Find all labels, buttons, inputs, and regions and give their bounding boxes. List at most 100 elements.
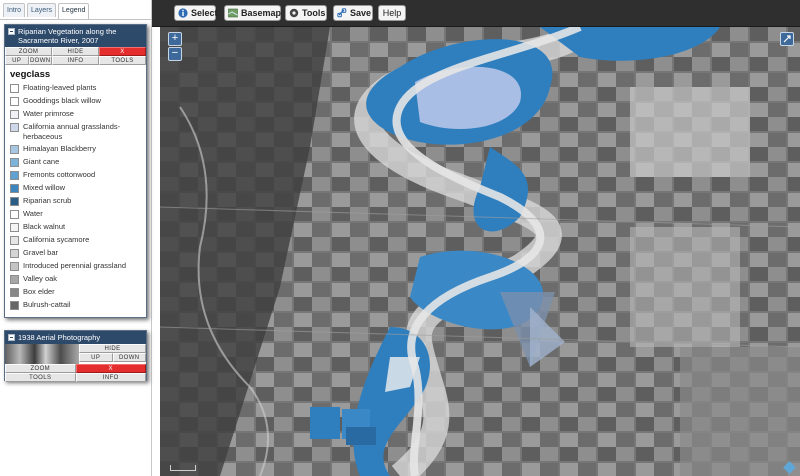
tools-button[interactable]: TOOLS bbox=[99, 56, 146, 65]
legend-item: Riparian scrub bbox=[5, 196, 146, 209]
zoom-in-button[interactable]: + bbox=[168, 32, 182, 46]
legend-item: Water primrose bbox=[5, 109, 146, 122]
collapse-icon[interactable] bbox=[8, 28, 15, 35]
legend-item: Introduced perennial grassland bbox=[5, 261, 146, 274]
left-panel: Intro Layers Legend Riparian Vegetation … bbox=[0, 0, 152, 476]
tools-button[interactable]: TOOLS bbox=[5, 373, 76, 382]
link-icon bbox=[337, 8, 347, 18]
legend-swatch bbox=[10, 236, 19, 245]
layer-thumbnail bbox=[5, 344, 79, 364]
legend-label: Himalayan Blackberry bbox=[23, 144, 96, 153]
panel-tabs: Intro Layers Legend bbox=[3, 3, 90, 20]
legend-label: Bulrush-cattail bbox=[23, 300, 71, 309]
legend-swatch bbox=[10, 197, 19, 206]
legend-swatch bbox=[10, 158, 19, 167]
legend-list: Floating-leaved plants Gooddings black w… bbox=[5, 83, 146, 313]
map-icon bbox=[228, 8, 238, 18]
scale-bar bbox=[170, 465, 196, 471]
legend-label: Mixed willow bbox=[23, 183, 66, 192]
legend-label: Gravel bar bbox=[23, 248, 59, 257]
legend-item: Gravel bar bbox=[5, 248, 146, 261]
collapse-icon[interactable] bbox=[8, 334, 15, 341]
legend-swatch bbox=[10, 249, 19, 258]
legend-label: California sycamore bbox=[23, 235, 90, 244]
fullscreen-icon[interactable] bbox=[780, 32, 794, 46]
top-toolbar: Select Basemap Tools Save Help bbox=[152, 0, 800, 27]
legend-label: Introduced perennial grassland bbox=[23, 261, 126, 270]
down-button[interactable]: DOWN bbox=[28, 56, 52, 65]
legend-swatch bbox=[10, 275, 19, 284]
legend-item: Water bbox=[5, 209, 146, 222]
layer-title: Riparian Vegetation along the Sacramento… bbox=[18, 27, 117, 45]
legend-item: Mixed willow bbox=[5, 183, 146, 196]
layer-controls: ZOOM HIDE X UP DOWN INFO TOOLS bbox=[5, 47, 146, 65]
info-button[interactable]: INFO bbox=[52, 56, 99, 65]
layer-header: 1938 Aerial Photography bbox=[5, 331, 146, 344]
layer-card-riparian: Riparian Vegetation along the Sacramento… bbox=[4, 24, 147, 318]
tools-button[interactable]: Tools bbox=[285, 5, 327, 21]
zoom-button[interactable]: ZOOM bbox=[5, 47, 52, 56]
legend-label: Black walnut bbox=[23, 222, 66, 231]
tab-divider bbox=[0, 19, 152, 20]
legend-swatch bbox=[10, 184, 19, 193]
info-button[interactable]: INFO bbox=[75, 373, 146, 382]
layer-title: 1938 Aerial Photography bbox=[18, 333, 101, 342]
hide-button[interactable]: HIDE bbox=[52, 47, 99, 56]
legend-label: Water bbox=[23, 209, 43, 218]
legend-swatch bbox=[10, 210, 19, 219]
legend-swatch bbox=[10, 171, 19, 180]
legend-label: Giant cane bbox=[23, 157, 60, 166]
legend-swatch bbox=[10, 84, 19, 93]
zoom-out-button[interactable]: − bbox=[168, 47, 182, 61]
legend-item: Giant cane bbox=[5, 157, 146, 170]
legend-item: Bulrush-cattail bbox=[5, 300, 146, 313]
legend-item: Box elder bbox=[5, 287, 146, 300]
select-button[interactable]: Select bbox=[174, 5, 218, 21]
layer-controls: HIDE UP DOWN ZOOM X TOOLS INFO bbox=[5, 344, 146, 382]
legend-item: Himalayan Blackberry bbox=[5, 144, 146, 157]
help-button[interactable]: Help bbox=[378, 5, 406, 21]
down-button[interactable]: DOWN bbox=[112, 353, 146, 362]
close-layer-button[interactable]: X bbox=[75, 364, 146, 373]
tab-intro[interactable]: Intro bbox=[3, 3, 26, 17]
tab-legend[interactable]: Legend bbox=[58, 3, 90, 20]
basemap-button[interactable]: Basemap bbox=[224, 5, 281, 21]
legend-label: Riparian scrub bbox=[23, 196, 72, 205]
tab-layers[interactable]: Layers bbox=[27, 3, 57, 17]
legend-label: Water primrose bbox=[23, 109, 74, 118]
info-icon bbox=[178, 8, 188, 18]
close-layer-button[interactable]: X bbox=[99, 47, 146, 56]
legend-item: Valley oak bbox=[5, 274, 146, 287]
legend-swatch bbox=[10, 97, 19, 106]
legend-label: Floating-leaved plants bbox=[23, 83, 97, 92]
hide-button[interactable]: HIDE bbox=[79, 344, 146, 353]
legend-swatch bbox=[10, 262, 19, 271]
legend-title: vegclass bbox=[10, 69, 51, 80]
aerial-imagery bbox=[160, 27, 800, 476]
layer-button-grid-bottom: ZOOM X TOOLS INFO bbox=[5, 364, 146, 382]
zoom-button[interactable]: ZOOM bbox=[5, 364, 76, 373]
legend-item: Fremonts cottonwood bbox=[5, 170, 146, 183]
up-button[interactable]: UP bbox=[5, 56, 29, 65]
legend-item: Gooddings black willow bbox=[5, 96, 146, 109]
layer-card-aerial: 1938 Aerial Photography HIDE UP DOWN ZOO… bbox=[4, 330, 147, 382]
legend-label: Fremonts cottonwood bbox=[23, 170, 96, 179]
map-view[interactable]: + − bbox=[160, 27, 800, 476]
legend-label: Box elder bbox=[23, 287, 55, 296]
legend-swatch bbox=[10, 110, 19, 119]
save-label: Save bbox=[350, 8, 372, 18]
legend-swatch bbox=[10, 145, 19, 154]
layer-button-grid: HIDE UP DOWN bbox=[79, 344, 146, 362]
legend-item: California annual grasslands-herbaceous bbox=[5, 122, 146, 144]
legend-swatch bbox=[10, 223, 19, 232]
layer-header: Riparian Vegetation along the Sacramento… bbox=[5, 25, 146, 47]
tools-label: Tools bbox=[302, 8, 326, 18]
legend-item: Black walnut bbox=[5, 222, 146, 235]
up-button[interactable]: UP bbox=[79, 353, 113, 362]
select-label: Select bbox=[191, 8, 218, 18]
basemap-label: Basemap bbox=[241, 8, 282, 18]
save-button[interactable]: Save bbox=[333, 5, 373, 21]
legend-label: Gooddings black willow bbox=[23, 96, 101, 105]
legend-swatch bbox=[10, 288, 19, 297]
legend-item: California sycamore bbox=[5, 235, 146, 248]
